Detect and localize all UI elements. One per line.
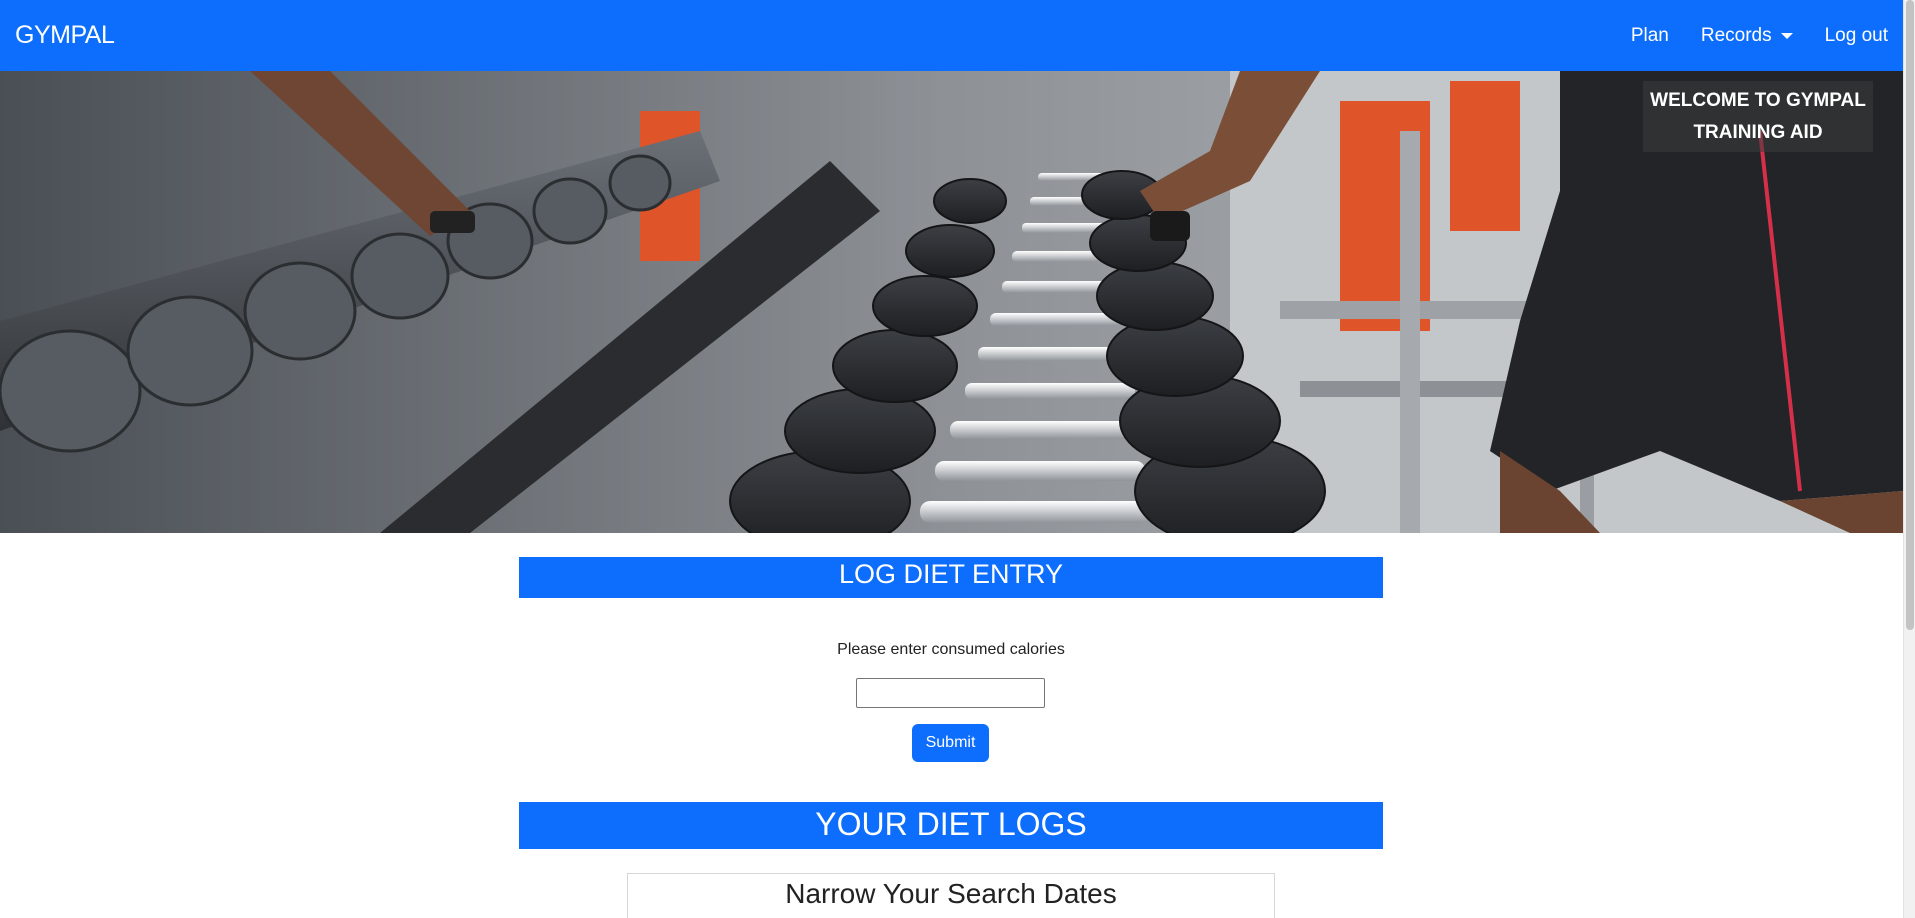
log-diet-entry-header: LOG DIET ENTRY [519,557,1383,598]
page: GYMPAL Plan Records Log out WELCOME TO G… [0,0,1915,918]
welcome-line-1: WELCOME TO GYMPAL [1650,90,1866,111]
search-dates-panel: Narrow Your Search Dates [627,873,1275,918]
submit-button[interactable]: Submit [912,724,989,762]
welcome-line-2: TRAINING AID [1693,122,1823,143]
vertical-scrollbar[interactable] [1903,0,1915,918]
brand-logo[interactable]: GYMPAL [15,21,115,50]
your-diet-logs-header: YOUR DIET LOGS [519,802,1383,849]
nav-logout-label: Log out [1824,24,1888,46]
nav-plan-label: Plan [1630,24,1669,46]
nav-logout-link[interactable]: Log out [1825,25,1888,47]
top-navbar: GYMPAL Plan Records Log out [0,0,1903,71]
nav-links: Plan Records Log out [1599,0,1888,71]
scrollbar-thumb[interactable] [1906,0,1914,630]
caret-down-icon [1780,32,1793,39]
nav-plan-link[interactable]: Plan [1631,25,1669,47]
search-dates-title: Narrow Your Search Dates [785,878,1117,909]
calories-prompt-label: Please enter consumed calories [837,641,1065,658]
welcome-banner: WELCOME TO GYMPAL TRAINING AID [1643,81,1873,152]
gym-dumbbell-rack-image [0,71,1903,533]
nav-records-dropdown[interactable]: Records [1701,25,1793,47]
calories-input[interactable] [856,678,1045,708]
hero-banner: WELCOME TO GYMPAL TRAINING AID [0,71,1903,533]
nav-records-label: Records [1700,24,1772,46]
